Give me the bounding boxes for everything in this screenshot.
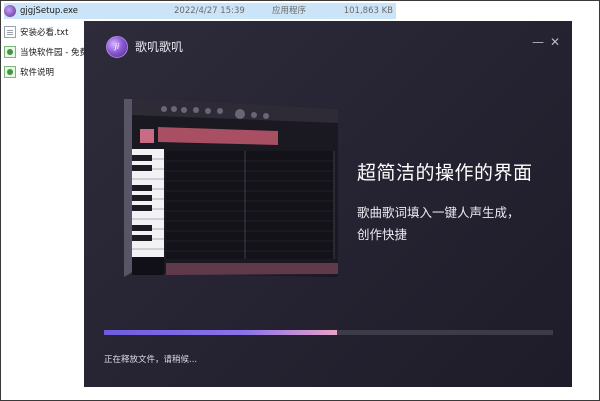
illustration-bottom-bar [166, 263, 338, 275]
file-row-setup-exe[interactable]: gjgjSetup.exe 2022/4/27 15:39 应用程序 101,8… [4, 3, 396, 19]
exe-icon [4, 5, 16, 17]
installer-window: ji 歌叽歌叽 — ✕ 超简洁的操作的界面 歌曲歌词填入一键人声生成， 创作快捷… [84, 21, 572, 387]
file-name: 安装必看.txt [20, 28, 69, 38]
file-size: 101,863 KB [343, 6, 393, 16]
url-icon [4, 66, 16, 78]
feature-description-line-2: 创作快捷 [357, 227, 408, 242]
file-date: 2022/4/27 15:39 [174, 6, 245, 16]
file-row-readme-txt[interactable]: 安装必看.txt [4, 24, 68, 40]
ui-illustration [124, 99, 338, 277]
install-status-text: 正在释放文件，请稍候... [104, 355, 198, 365]
file-name: gjgjSetup.exe [20, 6, 79, 16]
file-name: 软件说明 [20, 68, 55, 78]
install-progress-bar [104, 330, 553, 335]
illustration-piano-keys [132, 149, 164, 275]
file-row-shortcut[interactable]: 当快软件园 - 免费 [4, 44, 88, 60]
url-icon [4, 46, 16, 58]
illustration-grid [166, 151, 334, 259]
app-title: 歌叽歌叽 [135, 40, 184, 54]
feature-headline: 超简洁的操作的界面 [357, 162, 533, 184]
file-name: 当快软件园 - 免费 [20, 48, 88, 58]
txt-icon [4, 26, 16, 38]
file-row-software-info[interactable]: 软件说明 [4, 64, 54, 80]
install-progress-fill [104, 330, 338, 335]
close-button[interactable]: ✕ [547, 34, 563, 50]
illustration-avatar [140, 129, 154, 143]
feature-description-line-1: 歌曲歌词填入一键人声生成， [357, 205, 520, 220]
minimize-button[interactable]: — [530, 34, 546, 50]
app-logo: ji [106, 36, 128, 58]
logo-text: ji [114, 42, 120, 51]
illustration-play-button [235, 109, 245, 119]
file-type: 应用程序 [272, 6, 307, 16]
